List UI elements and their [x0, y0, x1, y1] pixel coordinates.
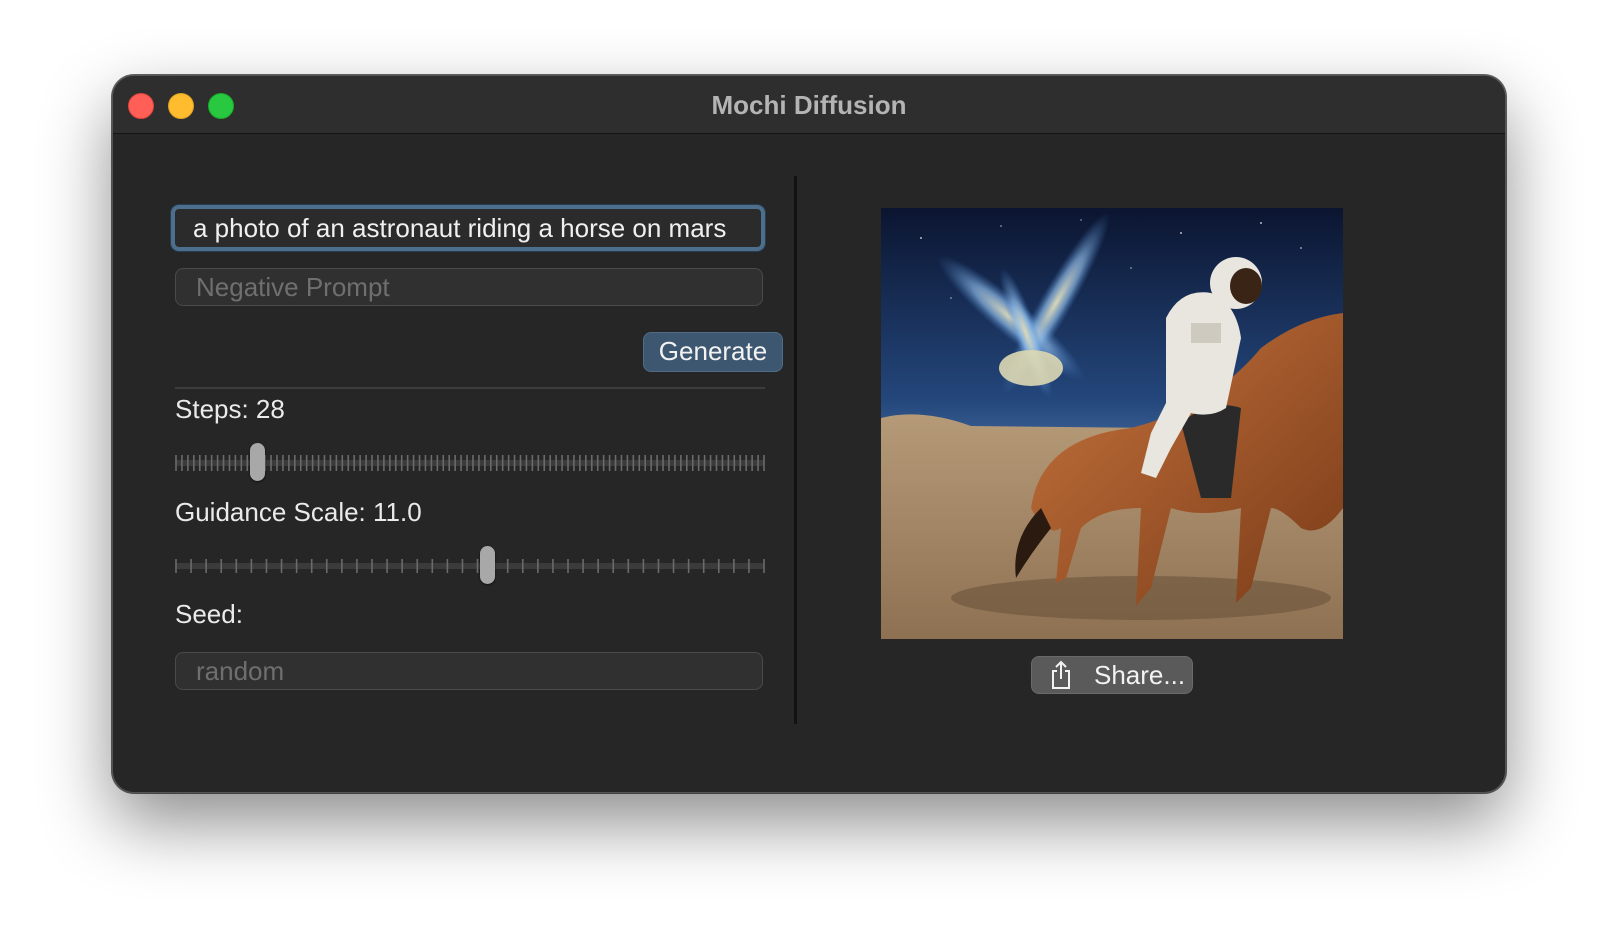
panel-divider — [794, 176, 797, 724]
guidance-slider-track — [175, 559, 765, 573]
seed-input[interactable]: random — [175, 652, 763, 690]
app-window: Mochi Diffusion a photo of an astronaut … — [112, 75, 1506, 793]
seed-placeholder: random — [196, 655, 285, 686]
title-bar[interactable]: Mochi Diffusion — [113, 76, 1505, 134]
steps-slider-knob[interactable] — [249, 443, 265, 481]
share-icon — [1052, 660, 1070, 689]
share-button[interactable]: Share... — [1031, 656, 1193, 694]
window-title: Mochi Diffusion — [711, 90, 907, 120]
prompt-input[interactable]: a photo of an astronaut riding a horse o… — [171, 205, 765, 251]
generate-button[interactable]: Generate — [643, 332, 783, 372]
prompt-input-value: a photo of an astronaut riding a horse o… — [193, 212, 727, 243]
negative-prompt-input[interactable]: Negative Prompt — [175, 268, 763, 306]
steps-label: Steps: 28 — [175, 394, 285, 424]
steps-slider[interactable] — [175, 443, 765, 483]
negative-prompt-placeholder: Negative Prompt — [196, 271, 390, 302]
generated-image[interactable] — [881, 208, 1343, 639]
share-button-label: Share... — [1094, 659, 1186, 690]
seed-label: Seed: — [175, 599, 243, 629]
divider — [175, 387, 765, 389]
guidance-scale-label: Guidance Scale: 11.0 — [175, 497, 422, 527]
guidance-slider-knob[interactable] — [479, 546, 495, 584]
guidance-scale-slider[interactable] — [175, 546, 765, 586]
